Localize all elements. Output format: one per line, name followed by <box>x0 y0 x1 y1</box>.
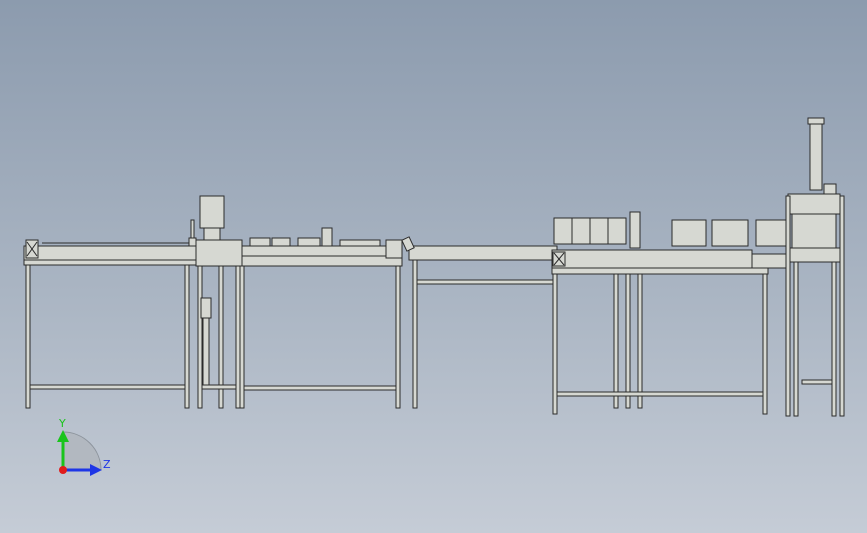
station-6-column <box>831 261 837 417</box>
station-5-tote <box>671 219 707 247</box>
station-1-bracket <box>188 237 197 247</box>
triad-origin <box>59 466 67 474</box>
station-5-leg <box>625 273 631 409</box>
station-1-leg <box>25 264 31 409</box>
station-6-column <box>839 195 845 417</box>
station-3-leg <box>239 265 245 409</box>
station-5-leg <box>637 273 643 409</box>
station-2-cylinder <box>200 297 212 319</box>
station-6-column <box>793 261 799 417</box>
station-1-conveyor-table <box>23 219 197 409</box>
y-axis-label: Y <box>58 417 66 430</box>
station-5-frame-rail <box>551 267 769 275</box>
station-4-guide <box>401 236 415 252</box>
station-4-crossbar <box>416 279 558 285</box>
station-6-cylinder-cap <box>807 117 825 125</box>
station-2-transfer-module <box>195 195 243 409</box>
station-6-sensor <box>823 183 837 195</box>
station-6-lift-tower <box>785 117 845 417</box>
station-3-clamp <box>249 237 271 247</box>
station-5-tote-table <box>551 211 787 415</box>
station-1-conveyor-bed <box>23 245 197 261</box>
station-3-fixture <box>339 239 381 247</box>
station-5-leg <box>552 273 558 415</box>
station-5-leg <box>613 273 619 409</box>
station-4-bridge-conveyor <box>401 236 558 409</box>
station-3-clamp <box>297 237 321 247</box>
station-2-cylinder-rod <box>202 317 210 387</box>
station-5-tote <box>571 217 591 245</box>
station-5-tote <box>607 217 627 245</box>
station-2-crossbar <box>201 384 237 390</box>
station-1-sensor-post <box>190 219 195 239</box>
z-axis-label: Z <box>103 458 111 471</box>
station-6-column <box>785 195 791 417</box>
station-4-conveyor-bed <box>408 245 558 261</box>
station-1-leg <box>184 264 190 409</box>
station-3-leg <box>395 265 401 409</box>
station-6-carriage <box>791 213 837 249</box>
station-5-crossbar <box>556 391 764 397</box>
station-2-leg <box>235 265 241 409</box>
station-5-table-top <box>551 249 753 269</box>
station-3-press-head <box>321 227 333 247</box>
station-5-tote <box>589 217 609 245</box>
station-5-tote <box>553 217 573 245</box>
station-3-end-block <box>385 239 403 259</box>
station-6-crossbar <box>801 379 833 385</box>
station-2-housing <box>195 239 243 267</box>
station-5-tote <box>711 219 749 247</box>
station-5-leg <box>762 273 768 415</box>
station-2-motor-mount <box>203 227 221 241</box>
station-1-crossbar <box>29 384 186 390</box>
station-4-leg <box>412 259 418 409</box>
station-1-frame-rail <box>23 259 197 266</box>
station-3-clamp <box>271 237 291 247</box>
station-5-sensor-post <box>629 211 641 249</box>
coordinate-triad: Y Z <box>57 417 111 476</box>
station-6-base <box>785 247 845 263</box>
station-6-head-frame <box>787 193 841 215</box>
station-5-actuator <box>751 253 787 269</box>
station-3-assembly-table <box>239 227 403 409</box>
station-2-motor-box <box>199 195 225 229</box>
cad-viewport[interactable]: Y Z <box>0 0 867 533</box>
station-2-leg <box>197 265 203 409</box>
assembly-drawing: Y Z <box>23 117 845 476</box>
triad-quadrant <box>62 431 102 471</box>
station-6-lift-cylinder <box>809 117 823 191</box>
station-5-tote <box>755 219 787 247</box>
station-3-crossbar <box>243 385 397 391</box>
